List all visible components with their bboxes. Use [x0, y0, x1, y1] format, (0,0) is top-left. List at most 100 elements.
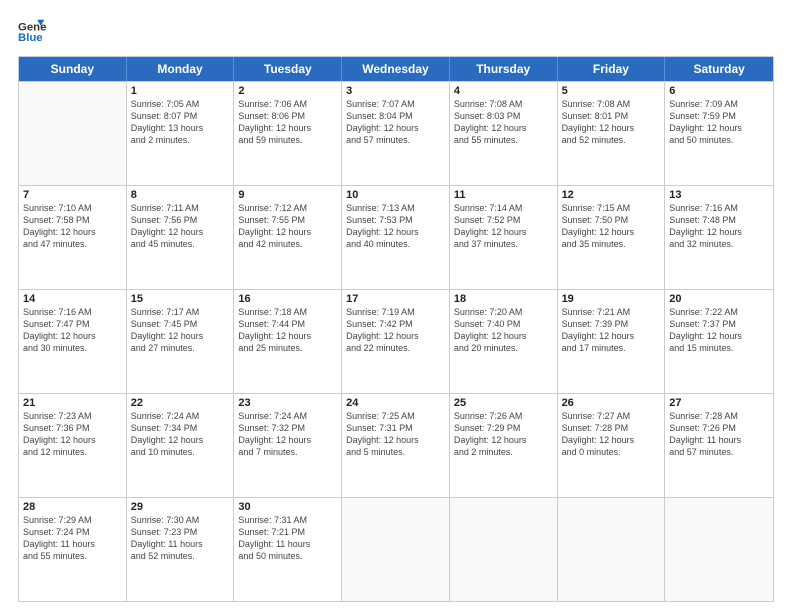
- day-number: 16: [238, 293, 337, 305]
- day-cell-11: 11Sunrise: 7:14 AM Sunset: 7:52 PM Dayli…: [450, 186, 558, 289]
- day-cell-29: 29Sunrise: 7:30 AM Sunset: 7:23 PM Dayli…: [127, 498, 235, 601]
- day-cell-13: 13Sunrise: 7:16 AM Sunset: 7:48 PM Dayli…: [665, 186, 773, 289]
- empty-cell: [665, 498, 773, 601]
- day-number: 26: [562, 397, 661, 409]
- day-number: 4: [454, 85, 553, 97]
- day-info: Sunrise: 7:27 AM Sunset: 7:28 PM Dayligh…: [562, 410, 661, 459]
- day-info: Sunrise: 7:08 AM Sunset: 8:03 PM Dayligh…: [454, 98, 553, 147]
- day-cell-5: 5Sunrise: 7:08 AM Sunset: 8:01 PM Daylig…: [558, 82, 666, 185]
- day-number: 17: [346, 293, 445, 305]
- day-cell-18: 18Sunrise: 7:20 AM Sunset: 7:40 PM Dayli…: [450, 290, 558, 393]
- day-number: 3: [346, 85, 445, 97]
- day-cell-24: 24Sunrise: 7:25 AM Sunset: 7:31 PM Dayli…: [342, 394, 450, 497]
- day-cell-14: 14Sunrise: 7:16 AM Sunset: 7:47 PM Dayli…: [19, 290, 127, 393]
- day-number: 18: [454, 293, 553, 305]
- day-cell-22: 22Sunrise: 7:24 AM Sunset: 7:34 PM Dayli…: [127, 394, 235, 497]
- day-number: 19: [562, 293, 661, 305]
- day-cell-2: 2Sunrise: 7:06 AM Sunset: 8:06 PM Daylig…: [234, 82, 342, 185]
- empty-cell: [342, 498, 450, 601]
- day-number: 1: [131, 85, 230, 97]
- header-day-sunday: Sunday: [19, 57, 127, 81]
- calendar-row-3: 21Sunrise: 7:23 AM Sunset: 7:36 PM Dayli…: [19, 393, 773, 497]
- day-info: Sunrise: 7:16 AM Sunset: 7:48 PM Dayligh…: [669, 202, 769, 251]
- day-cell-1: 1Sunrise: 7:05 AM Sunset: 8:07 PM Daylig…: [127, 82, 235, 185]
- day-cell-9: 9Sunrise: 7:12 AM Sunset: 7:55 PM Daylig…: [234, 186, 342, 289]
- header-day-wednesday: Wednesday: [342, 57, 450, 81]
- day-info: Sunrise: 7:23 AM Sunset: 7:36 PM Dayligh…: [23, 410, 122, 459]
- day-info: Sunrise: 7:11 AM Sunset: 7:56 PM Dayligh…: [131, 202, 230, 251]
- day-cell-6: 6Sunrise: 7:09 AM Sunset: 7:59 PM Daylig…: [665, 82, 773, 185]
- day-number: 5: [562, 85, 661, 97]
- calendar: SundayMondayTuesdayWednesdayThursdayFrid…: [18, 56, 774, 602]
- empty-cell: [450, 498, 558, 601]
- day-info: Sunrise: 7:22 AM Sunset: 7:37 PM Dayligh…: [669, 306, 769, 355]
- day-cell-3: 3Sunrise: 7:07 AM Sunset: 8:04 PM Daylig…: [342, 82, 450, 185]
- day-info: Sunrise: 7:10 AM Sunset: 7:58 PM Dayligh…: [23, 202, 122, 251]
- day-info: Sunrise: 7:21 AM Sunset: 7:39 PM Dayligh…: [562, 306, 661, 355]
- day-number: 28: [23, 501, 122, 513]
- day-cell-28: 28Sunrise: 7:29 AM Sunset: 7:24 PM Dayli…: [19, 498, 127, 601]
- day-info: Sunrise: 7:30 AM Sunset: 7:23 PM Dayligh…: [131, 514, 230, 563]
- day-number: 15: [131, 293, 230, 305]
- day-number: 21: [23, 397, 122, 409]
- page-header: General Blue: [18, 18, 774, 46]
- day-info: Sunrise: 7:14 AM Sunset: 7:52 PM Dayligh…: [454, 202, 553, 251]
- calendar-header: SundayMondayTuesdayWednesdayThursdayFrid…: [19, 57, 773, 81]
- header-day-tuesday: Tuesday: [234, 57, 342, 81]
- day-cell-16: 16Sunrise: 7:18 AM Sunset: 7:44 PM Dayli…: [234, 290, 342, 393]
- calendar-row-4: 28Sunrise: 7:29 AM Sunset: 7:24 PM Dayli…: [19, 497, 773, 601]
- day-info: Sunrise: 7:12 AM Sunset: 7:55 PM Dayligh…: [238, 202, 337, 251]
- day-number: 20: [669, 293, 769, 305]
- day-info: Sunrise: 7:24 AM Sunset: 7:32 PM Dayligh…: [238, 410, 337, 459]
- day-number: 13: [669, 189, 769, 201]
- day-number: 10: [346, 189, 445, 201]
- header-day-monday: Monday: [127, 57, 235, 81]
- day-number: 22: [131, 397, 230, 409]
- day-number: 12: [562, 189, 661, 201]
- day-number: 11: [454, 189, 553, 201]
- day-cell-7: 7Sunrise: 7:10 AM Sunset: 7:58 PM Daylig…: [19, 186, 127, 289]
- day-cell-19: 19Sunrise: 7:21 AM Sunset: 7:39 PM Dayli…: [558, 290, 666, 393]
- day-info: Sunrise: 7:15 AM Sunset: 7:50 PM Dayligh…: [562, 202, 661, 251]
- day-number: 30: [238, 501, 337, 513]
- day-cell-15: 15Sunrise: 7:17 AM Sunset: 7:45 PM Dayli…: [127, 290, 235, 393]
- header-day-thursday: Thursday: [450, 57, 558, 81]
- day-info: Sunrise: 7:05 AM Sunset: 8:07 PM Dayligh…: [131, 98, 230, 147]
- day-cell-26: 26Sunrise: 7:27 AM Sunset: 7:28 PM Dayli…: [558, 394, 666, 497]
- day-info: Sunrise: 7:20 AM Sunset: 7:40 PM Dayligh…: [454, 306, 553, 355]
- day-number: 2: [238, 85, 337, 97]
- day-info: Sunrise: 7:24 AM Sunset: 7:34 PM Dayligh…: [131, 410, 230, 459]
- day-cell-23: 23Sunrise: 7:24 AM Sunset: 7:32 PM Dayli…: [234, 394, 342, 497]
- day-number: 27: [669, 397, 769, 409]
- day-number: 6: [669, 85, 769, 97]
- day-cell-25: 25Sunrise: 7:26 AM Sunset: 7:29 PM Dayli…: [450, 394, 558, 497]
- day-info: Sunrise: 7:19 AM Sunset: 7:42 PM Dayligh…: [346, 306, 445, 355]
- header-day-saturday: Saturday: [665, 57, 773, 81]
- calendar-row-0: 1Sunrise: 7:05 AM Sunset: 8:07 PM Daylig…: [19, 81, 773, 185]
- logo-icon: General Blue: [18, 18, 46, 46]
- day-info: Sunrise: 7:17 AM Sunset: 7:45 PM Dayligh…: [131, 306, 230, 355]
- day-number: 7: [23, 189, 122, 201]
- day-number: 29: [131, 501, 230, 513]
- day-info: Sunrise: 7:25 AM Sunset: 7:31 PM Dayligh…: [346, 410, 445, 459]
- day-number: 14: [23, 293, 122, 305]
- day-info: Sunrise: 7:26 AM Sunset: 7:29 PM Dayligh…: [454, 410, 553, 459]
- day-cell-21: 21Sunrise: 7:23 AM Sunset: 7:36 PM Dayli…: [19, 394, 127, 497]
- day-info: Sunrise: 7:07 AM Sunset: 8:04 PM Dayligh…: [346, 98, 445, 147]
- day-number: 23: [238, 397, 337, 409]
- day-info: Sunrise: 7:28 AM Sunset: 7:26 PM Dayligh…: [669, 410, 769, 459]
- day-cell-27: 27Sunrise: 7:28 AM Sunset: 7:26 PM Dayli…: [665, 394, 773, 497]
- day-cell-10: 10Sunrise: 7:13 AM Sunset: 7:53 PM Dayli…: [342, 186, 450, 289]
- day-info: Sunrise: 7:29 AM Sunset: 7:24 PM Dayligh…: [23, 514, 122, 563]
- day-cell-20: 20Sunrise: 7:22 AM Sunset: 7:37 PM Dayli…: [665, 290, 773, 393]
- day-info: Sunrise: 7:09 AM Sunset: 7:59 PM Dayligh…: [669, 98, 769, 147]
- day-info: Sunrise: 7:16 AM Sunset: 7:47 PM Dayligh…: [23, 306, 122, 355]
- day-cell-8: 8Sunrise: 7:11 AM Sunset: 7:56 PM Daylig…: [127, 186, 235, 289]
- day-info: Sunrise: 7:13 AM Sunset: 7:53 PM Dayligh…: [346, 202, 445, 251]
- svg-text:Blue: Blue: [18, 32, 43, 44]
- day-info: Sunrise: 7:31 AM Sunset: 7:21 PM Dayligh…: [238, 514, 337, 563]
- day-cell-30: 30Sunrise: 7:31 AM Sunset: 7:21 PM Dayli…: [234, 498, 342, 601]
- logo: General Blue: [18, 18, 46, 46]
- day-cell-4: 4Sunrise: 7:08 AM Sunset: 8:03 PM Daylig…: [450, 82, 558, 185]
- day-info: Sunrise: 7:08 AM Sunset: 8:01 PM Dayligh…: [562, 98, 661, 147]
